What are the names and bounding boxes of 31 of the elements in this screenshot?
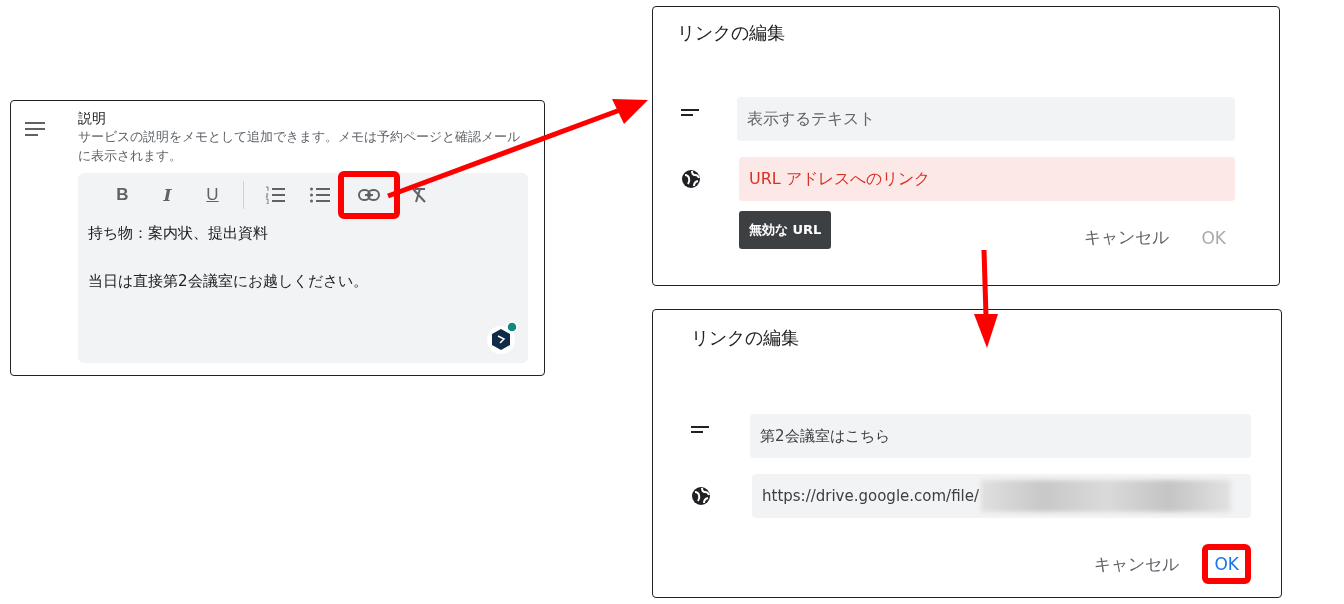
note-line: 当日は直接第2会議室にお越しください。 xyxy=(88,271,369,291)
cancel-button[interactable]: キャンセル xyxy=(1085,544,1189,584)
short-text-icon xyxy=(691,426,709,433)
error-tooltip: 無効な URL xyxy=(739,211,832,249)
dialog-title: リンクの編集 xyxy=(677,21,786,45)
notes-icon xyxy=(25,122,45,136)
field-placeholder: URL アドレスへのリンク xyxy=(749,168,930,190)
underline-button[interactable]: U xyxy=(190,175,235,215)
note-line: 持ち物：案内状、提出資料 xyxy=(88,223,269,243)
help-text: サービスの説明をメモとして追加できます。メモは予約ページと確認メールに表示されます。 xyxy=(78,128,521,165)
short-text-icon xyxy=(681,109,699,116)
italic-button[interactable]: I xyxy=(145,175,190,215)
field-value: 第2会議室はこちら xyxy=(760,426,890,446)
editor-field[interactable]: B I U 持ち物：案内状、提出資料 当日は直接第2会議室にお越しください。 xyxy=(78,173,528,363)
bulleted-list-icon xyxy=(309,187,330,203)
display-text-field[interactable]: 第2会議室はこちら xyxy=(750,414,1251,458)
bold-button[interactable]: B xyxy=(100,175,145,215)
field-value: https://drive.google.com/file/ xyxy=(762,487,980,505)
url-field[interactable]: https://drive.google.com/file/ xyxy=(752,474,1251,518)
field-placeholder: 表示するテキスト xyxy=(747,108,875,130)
display-text-field[interactable]: 表示するテキスト xyxy=(737,97,1235,141)
section-title: 説明 xyxy=(78,109,107,127)
link-button[interactable] xyxy=(338,171,400,219)
dialog-title: リンクの編集 xyxy=(691,326,800,350)
hexagon-badge-icon xyxy=(486,321,520,355)
link-icon xyxy=(358,189,380,201)
ok-button[interactable]: OK xyxy=(1202,544,1251,584)
numbered-list-icon xyxy=(264,186,285,204)
globe-icon xyxy=(681,169,701,189)
globe-icon xyxy=(691,486,711,506)
clear-format-icon xyxy=(410,187,427,203)
